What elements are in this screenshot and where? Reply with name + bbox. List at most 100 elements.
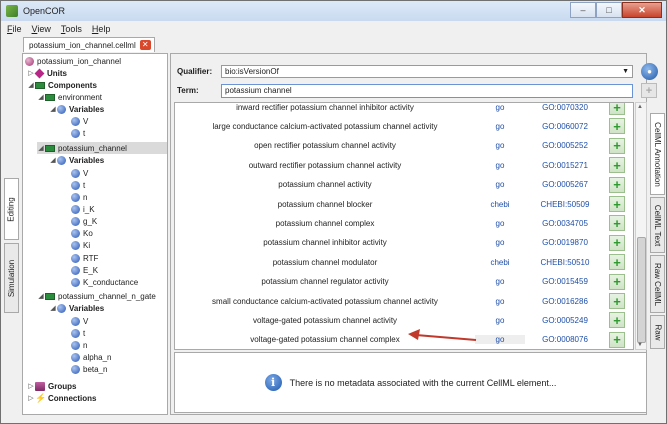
menu-help[interactable]: Help bbox=[92, 24, 111, 34]
add-icon[interactable]: + bbox=[609, 137, 625, 154]
expand-arrow-icon[interactable]: ▷ bbox=[27, 394, 35, 402]
scroll-down-icon[interactable]: ▼ bbox=[637, 342, 643, 348]
results-scrollbar[interactable]: ▲ ▼ bbox=[635, 102, 647, 350]
collapse-arrow-icon[interactable]: ◢ bbox=[49, 156, 57, 164]
tree-groups[interactable]: ▷ Groups bbox=[27, 380, 76, 392]
tree-component-gate[interactable]: ◢ potassium_channel_n_gate bbox=[37, 290, 156, 302]
result-id-link[interactable]: GO:0005252 bbox=[525, 141, 605, 150]
result-id-link[interactable]: GO:0034705 bbox=[525, 219, 605, 228]
tree-variable[interactable]: t bbox=[71, 327, 85, 339]
result-id-link[interactable]: GO:0015459 bbox=[525, 277, 605, 286]
result-resource-link[interactable]: go bbox=[475, 161, 525, 170]
add-icon[interactable]: + bbox=[609, 196, 625, 212]
result-row[interactable]: voltage-gated potassium channel complex g… bbox=[175, 329, 633, 349]
tree-units[interactable]: ▷ Units bbox=[27, 67, 67, 79]
tree-variable[interactable]: beta_n bbox=[71, 363, 107, 375]
tree-variable[interactable]: n bbox=[71, 339, 87, 351]
tab-raw-cellml[interactable]: Raw CellML bbox=[650, 255, 665, 313]
term-input[interactable]: potassium channel bbox=[221, 83, 633, 98]
tree-variable[interactable]: V bbox=[71, 315, 88, 327]
result-id-link[interactable]: CHEBI:50509 bbox=[525, 200, 605, 209]
collapse-arrow-icon[interactable]: ◢ bbox=[49, 105, 57, 113]
add-icon[interactable]: + bbox=[609, 234, 625, 251]
close-tab-icon[interactable]: ✕ bbox=[139, 40, 151, 50]
result-resource-link[interactable]: go bbox=[475, 141, 525, 150]
add-icon[interactable]: + bbox=[609, 215, 625, 232]
add-icon[interactable]: + bbox=[609, 176, 625, 193]
tree-variable[interactable]: n bbox=[71, 191, 87, 203]
tree-variables-potassium-channel[interactable]: ◢ Variables bbox=[49, 154, 104, 166]
add-icon[interactable]: + bbox=[609, 331, 625, 348]
tree-component-environment[interactable]: ◢ environment bbox=[37, 91, 102, 103]
collapse-arrow-icon[interactable]: ◢ bbox=[37, 144, 45, 152]
result-id-link[interactable]: GO:0019870 bbox=[525, 238, 605, 247]
tab-cellml-annotation[interactable]: CellML Annotation bbox=[650, 113, 665, 195]
menu-file[interactable]: File bbox=[7, 24, 22, 34]
result-id-link[interactable]: GO:0005249 bbox=[525, 316, 605, 325]
tree-variables-gate[interactable]: ◢ Variables bbox=[49, 302, 104, 314]
add-icon[interactable]: + bbox=[609, 254, 625, 271]
add-icon[interactable]: + bbox=[609, 118, 625, 135]
result-resource-link[interactable]: chebi bbox=[475, 200, 525, 209]
tab-raw[interactable]: Raw bbox=[650, 315, 665, 349]
result-id-link[interactable]: GO:0070320 bbox=[525, 103, 605, 112]
file-tab[interactable]: potassium_ion_channel.cellml ✕ bbox=[23, 37, 155, 52]
menu-view[interactable]: View bbox=[32, 24, 51, 34]
add-icon[interactable]: + bbox=[609, 103, 625, 115]
menu-tools[interactable]: Tools bbox=[61, 24, 82, 34]
tree-variable[interactable]: g_K bbox=[71, 215, 97, 227]
tree-variable[interactable]: i_K bbox=[71, 203, 95, 215]
scroll-up-icon[interactable]: ▲ bbox=[637, 104, 643, 110]
result-resource-link[interactable]: chebi bbox=[475, 258, 525, 267]
tree-variable[interactable]: V bbox=[71, 167, 88, 179]
result-resource-link[interactable]: go bbox=[475, 238, 525, 247]
tree-variable[interactable]: E_K bbox=[71, 264, 98, 276]
close-button[interactable]: ✕ bbox=[622, 2, 662, 18]
result-id-link[interactable]: GO:0016286 bbox=[525, 297, 605, 306]
result-resource-link[interactable]: go bbox=[475, 103, 525, 112]
tree-variable[interactable]: RTF bbox=[71, 252, 98, 264]
result-resource-link[interactable]: go bbox=[475, 219, 525, 228]
tree-connections[interactable]: ▷ ⚡ Connections bbox=[27, 392, 96, 404]
result-id-link[interactable]: GO:0005267 bbox=[525, 180, 605, 189]
collapse-arrow-icon[interactable]: ◢ bbox=[49, 304, 57, 312]
add-icon[interactable]: + bbox=[609, 312, 625, 329]
tab-cellml-text[interactable]: CellML Text bbox=[650, 197, 665, 253]
result-resource-link[interactable]: go bbox=[475, 122, 525, 131]
collapse-arrow-icon[interactable]: ◢ bbox=[37, 93, 45, 101]
tree-variable[interactable]: t bbox=[71, 127, 85, 139]
result-resource-link[interactable]: go bbox=[475, 180, 525, 189]
minimize-button[interactable]: – bbox=[570, 2, 596, 18]
result-id-link[interactable]: GO:0008076 bbox=[525, 335, 605, 344]
collapse-arrow-icon[interactable]: ◢ bbox=[27, 81, 35, 89]
tree-variable[interactable]: K_conductance bbox=[71, 276, 138, 288]
scroll-thumb[interactable] bbox=[637, 237, 646, 343]
tree-variable[interactable]: Ki bbox=[71, 239, 90, 251]
result-id-link[interactable]: GO:0015271 bbox=[525, 161, 605, 170]
tree-components[interactable]: ◢ Components bbox=[27, 79, 97, 91]
result-id-link[interactable]: CHEBI:50510 bbox=[525, 258, 605, 267]
tab-editing[interactable]: Editing bbox=[4, 178, 19, 240]
result-resource-link[interactable]: go bbox=[475, 277, 525, 286]
tree-variables-environment[interactable]: ◢ Variables bbox=[49, 103, 104, 115]
result-resource-link[interactable]: go bbox=[475, 297, 525, 306]
tree-variable[interactable]: V bbox=[71, 115, 88, 127]
tree-variable[interactable]: t bbox=[71, 179, 85, 191]
variable-icon bbox=[71, 277, 80, 287]
result-resource-link[interactable]: go bbox=[475, 316, 525, 325]
collapse-arrow-icon[interactable]: ◢ bbox=[37, 292, 45, 300]
add-icon[interactable]: + bbox=[609, 273, 625, 290]
qualifier-select[interactable]: bio:isVersionOf ▼ bbox=[221, 65, 633, 78]
tree-variable[interactable]: alpha_n bbox=[71, 351, 111, 363]
tree-model[interactable]: potassium_ion_channel bbox=[25, 55, 121, 67]
tree-variable[interactable]: Ko bbox=[71, 227, 93, 239]
tree-component-potassium-channel[interactable]: ◢ potassium_channel bbox=[37, 142, 167, 154]
add-icon[interactable]: + bbox=[609, 293, 625, 309]
result-resource-link[interactable]: go bbox=[475, 335, 525, 345]
variable-label: Ki bbox=[83, 240, 91, 250]
maximize-button[interactable]: □ bbox=[596, 2, 622, 18]
result-id-link[interactable]: GO:0060072 bbox=[525, 122, 605, 131]
add-icon[interactable]: + bbox=[609, 157, 625, 174]
expand-arrow-icon[interactable]: ▷ bbox=[27, 382, 35, 390]
tab-simulation[interactable]: Simulation bbox=[4, 243, 19, 313]
